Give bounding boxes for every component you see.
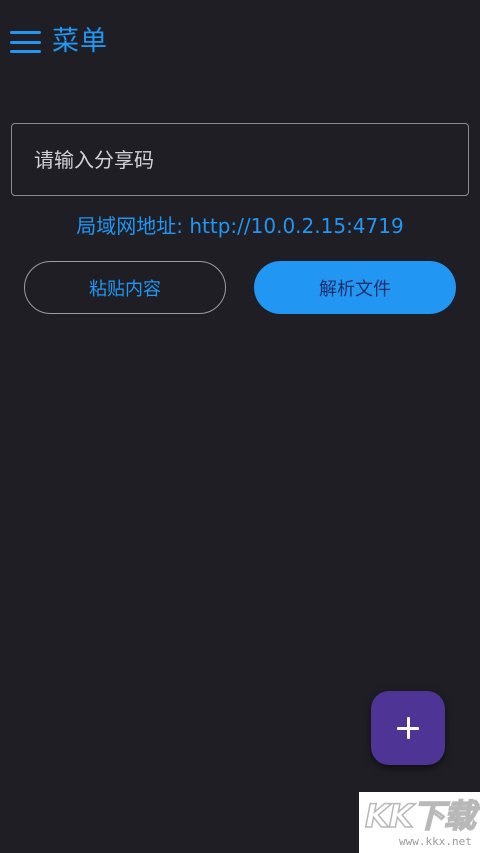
- menu-label[interactable]: 菜单: [52, 22, 108, 62]
- plus-icon: [397, 717, 419, 739]
- watermark-logo-text: KK下载: [364, 797, 476, 835]
- share-code-input[interactable]: [11, 123, 469, 196]
- paste-content-button[interactable]: 粘贴内容: [24, 261, 226, 314]
- top-bar: 菜单: [0, 0, 480, 80]
- lan-address-text: 局域网地址: http://10.0.2.15:4719: [76, 214, 404, 238]
- menu-button[interactable]: 菜单: [10, 22, 108, 62]
- app-screen: 菜单 局域网地址: http://10.0.2.15:4719 粘贴内容 解析文…: [0, 0, 480, 853]
- add-fab-button[interactable]: [371, 691, 445, 765]
- watermark-site-text: www.kkx.net: [399, 835, 472, 848]
- hamburger-menu-icon[interactable]: [10, 31, 41, 53]
- parse-file-button[interactable]: 解析文件: [254, 261, 456, 314]
- watermark-logo: KK下载 www.kkx.net: [359, 792, 480, 853]
